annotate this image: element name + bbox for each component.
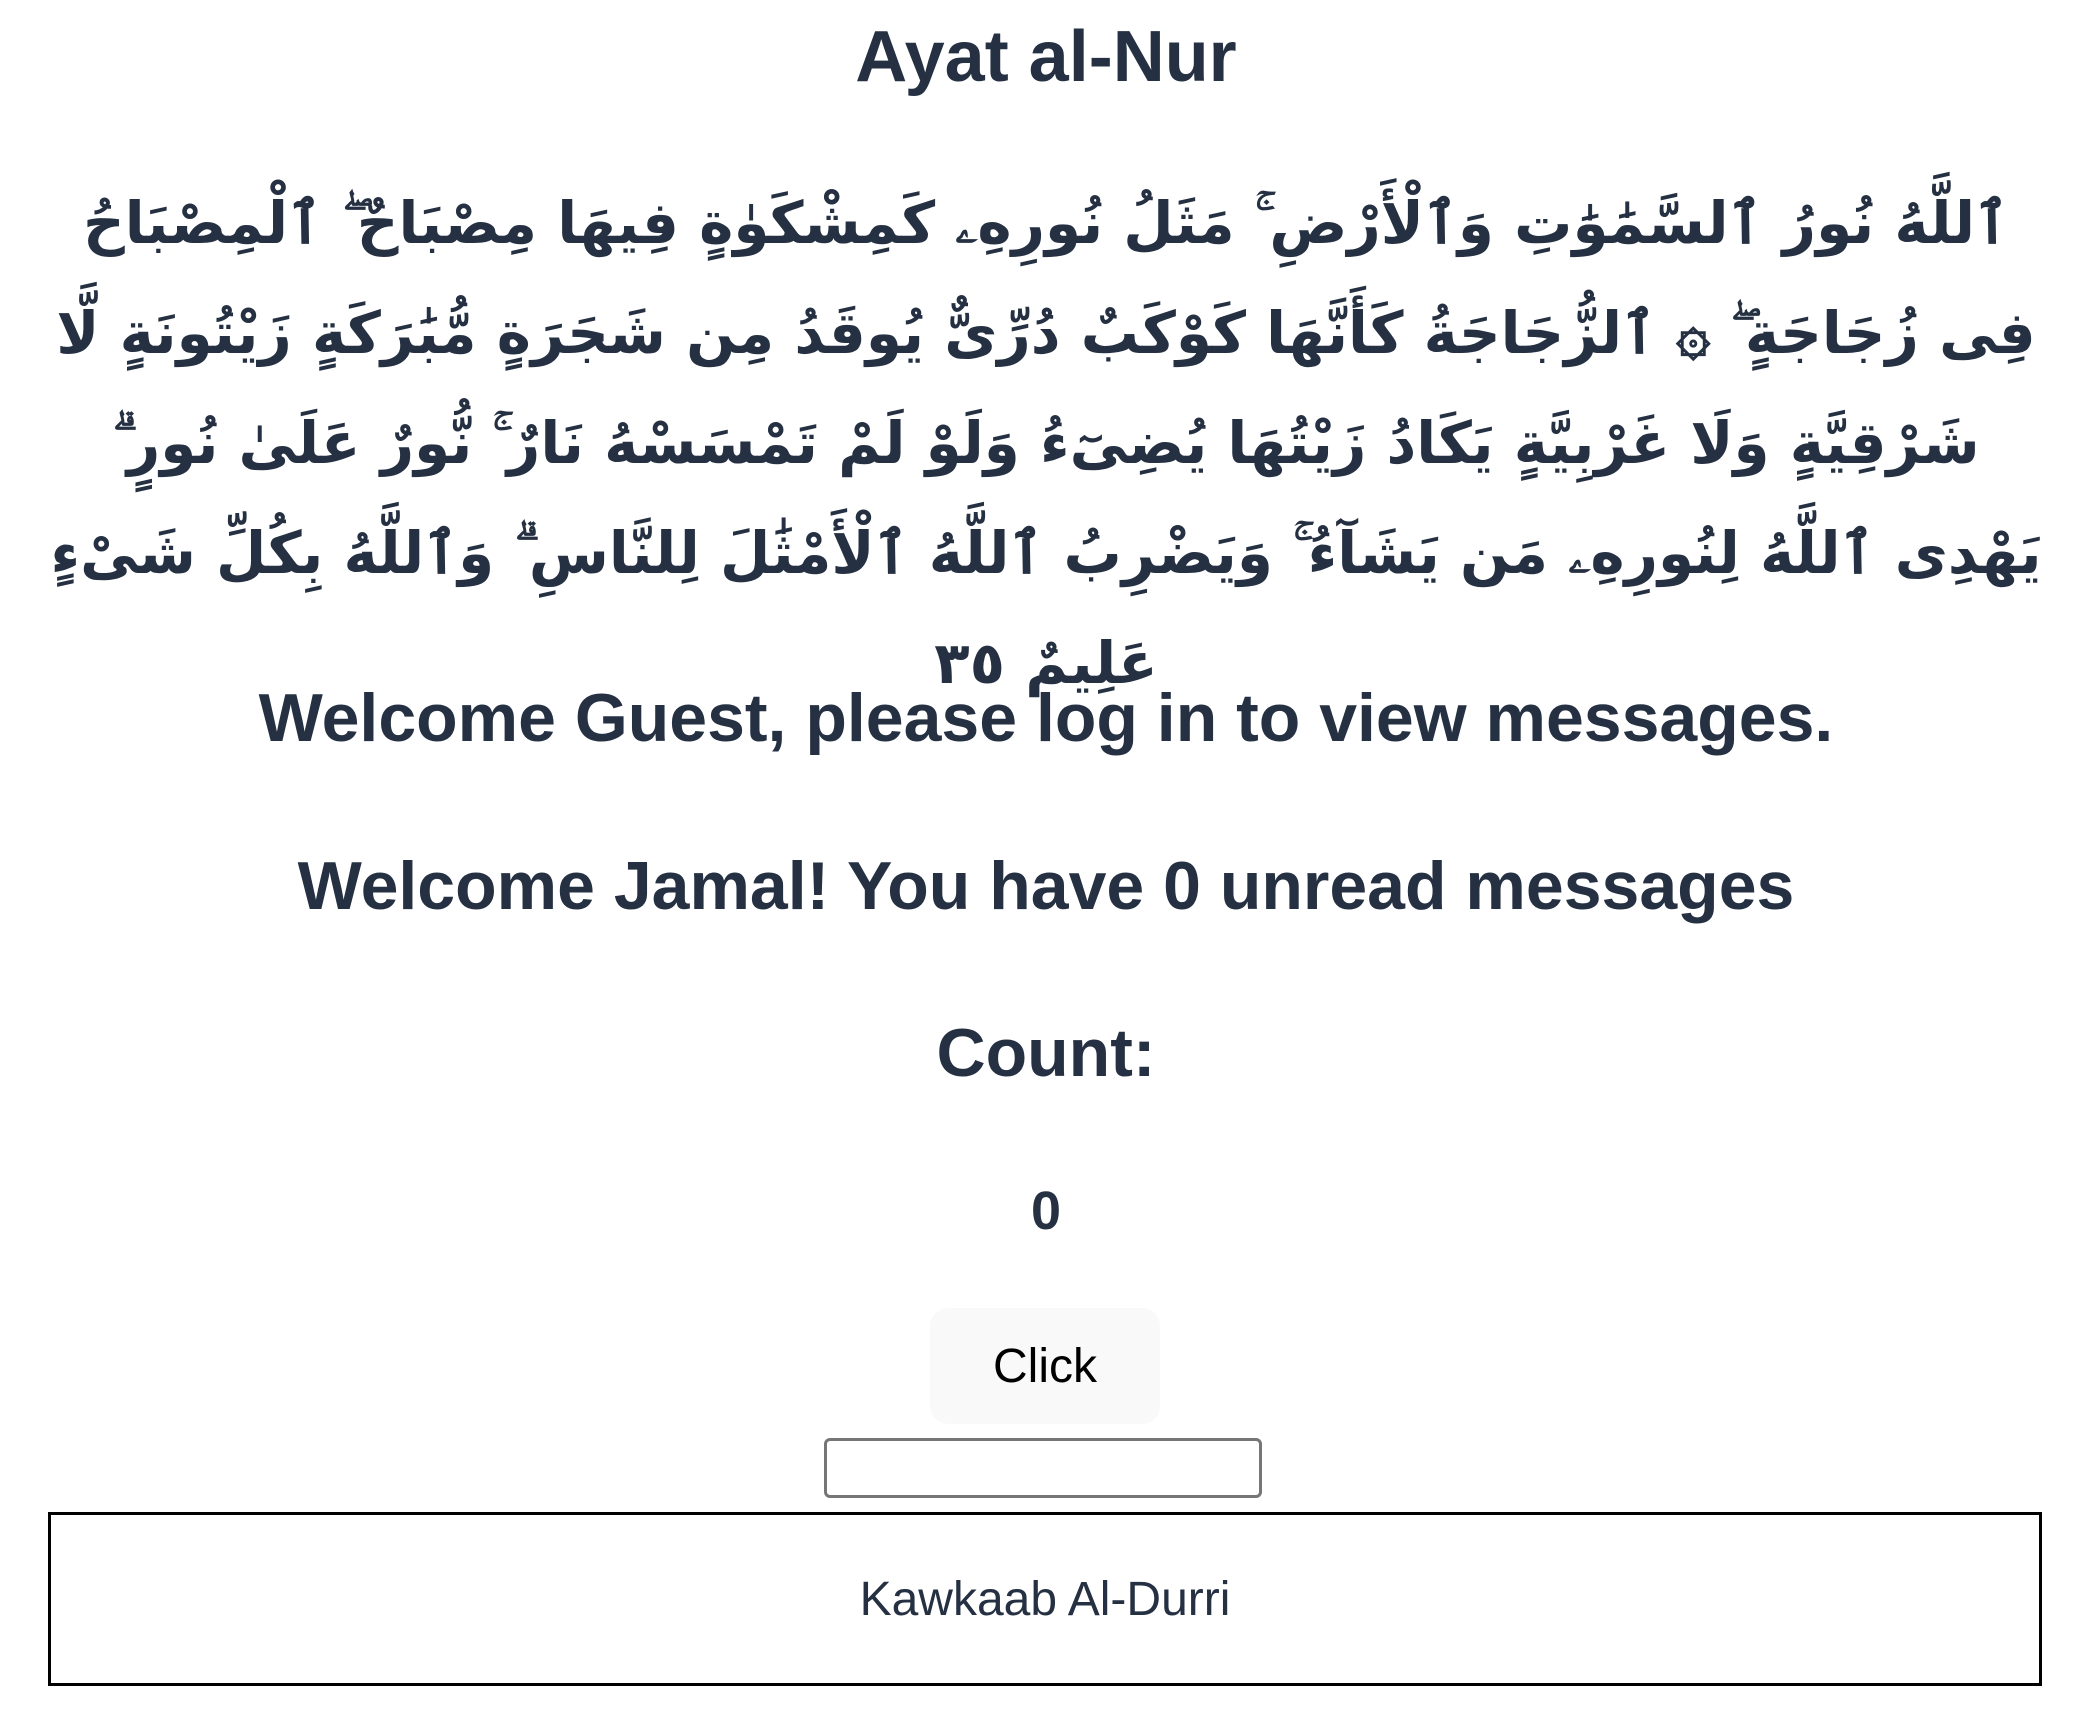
ayah-text: ٱللَّهُ نُورُ ٱلسَّمَٰوَٰتِ وَٱلْأَرْضِ … [50, 189, 2042, 697]
page-title: Ayat al-Nur [855, 17, 1237, 97]
click-button[interactable]: Click [930, 1308, 1160, 1424]
footer-box: Kawkaab Al-Durri [48, 1512, 2042, 1686]
welcome-guest-message: Welcome Guest, please log in to view mes… [258, 680, 1834, 756]
text-input[interactable] [824, 1438, 1262, 1498]
page: Ayat al-Nur ٱللَّهُ نُورُ ٱلسَّمَٰوَٰتِ … [0, 0, 2092, 1732]
count-value: 0 [1030, 1181, 1062, 1241]
count-label: Count: [936, 1015, 1156, 1091]
welcome-user-message: Welcome Jamal! You have 0 unread message… [297, 848, 1795, 924]
footer-text: Kawkaab Al-Durri [859, 1572, 1231, 1626]
